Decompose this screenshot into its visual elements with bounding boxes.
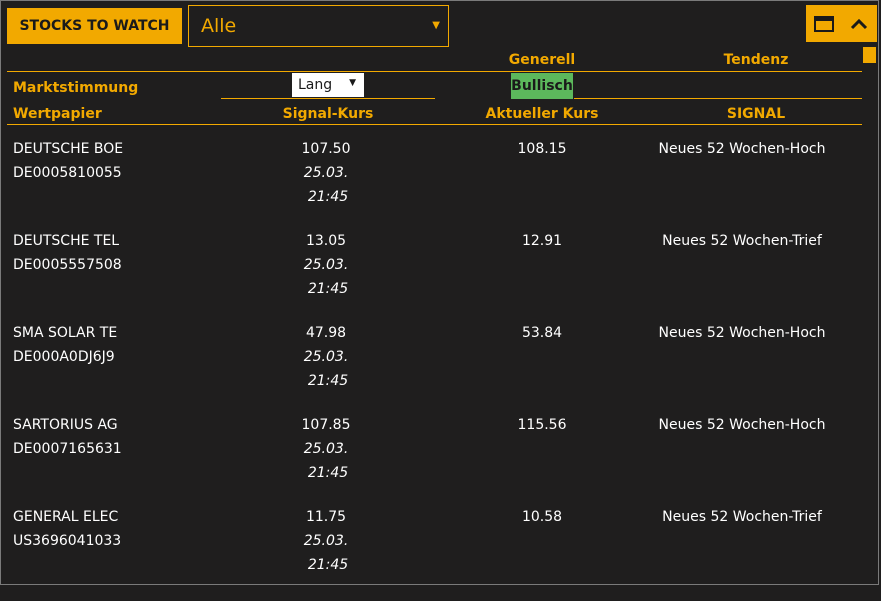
column-header-signal: SIGNAL: [726, 106, 786, 122]
divider: [7, 124, 862, 125]
column-header-signal-price: Signal-Kurs: [282, 106, 374, 122]
signal-price: 11.75: [305, 509, 347, 525]
signal-text: Neues 52 Wochen-Hoch: [658, 325, 826, 341]
dropdown-caret-icon: ▼: [349, 78, 356, 88]
signal-price: 13.05: [305, 233, 347, 249]
table-row[interactable]: SARTORIUS AG DE0007165631 107.85 25.03. …: [0, 417, 860, 509]
current-price: 10.58: [521, 509, 563, 525]
signal-time: 21:45: [307, 557, 349, 573]
stocks-to-watch-button[interactable]: STOCKS TO WATCH: [7, 8, 182, 44]
tendenz-header: Tendenz: [723, 52, 789, 68]
table-row[interactable]: SMA SOLAR TE DE000A0DJ6J9 47.98 25.03. 2…: [0, 325, 860, 417]
signal-date: 25.03.: [303, 441, 349, 457]
security-name: DEUTSCHE TEL: [13, 233, 120, 249]
signal-time: 21:45: [307, 281, 349, 297]
scrollbar-thumb[interactable]: [863, 47, 876, 63]
maximize-icon: [813, 15, 834, 32]
signal-date: 25.03.: [303, 257, 349, 273]
security-isin: DE0007165631: [13, 441, 122, 457]
divider: [574, 98, 862, 99]
filter-dropdown[interactable]: Alle ▼: [188, 5, 449, 47]
status-badge: Bullisch: [511, 73, 573, 99]
security-name: GENERAL ELEC: [13, 509, 119, 525]
signal-time: 21:45: [307, 465, 349, 481]
table-row[interactable]: GENERAL ELEC US3696041033 11.75 25.03. 2…: [0, 509, 860, 601]
security-isin: DE0005557508: [13, 257, 122, 273]
chevron-up-icon: [850, 18, 867, 29]
collapse-button[interactable]: [841, 5, 876, 42]
generell-header: Generell: [508, 52, 576, 68]
signal-text: Neues 52 Wochen-Hoch: [658, 141, 826, 157]
security-isin: DE0005810055: [13, 165, 122, 181]
signal-price: 107.50: [301, 141, 351, 157]
column-header-current-price: Aktueller Kurs: [485, 106, 599, 122]
signal-time: 21:45: [307, 189, 349, 205]
current-price: 53.84: [521, 325, 563, 341]
signal-date: 25.03.: [303, 533, 349, 549]
security-name: SMA SOLAR TE: [13, 325, 118, 341]
window-controls: [806, 5, 877, 42]
signal-text: Neues 52 Wochen-Trief: [662, 509, 822, 525]
signal-text: Neues 52 Wochen-Trief: [662, 233, 822, 249]
status-label: Bullisch: [511, 78, 573, 94]
security-isin: US3696041033: [13, 533, 122, 549]
table-row[interactable]: DEUTSCHE BOE DE0005810055 107.50 25.03. …: [0, 141, 860, 233]
table-row[interactable]: DEUTSCHE TEL DE0005557508 13.05 25.03. 2…: [0, 233, 860, 325]
marktstimmung-label: Marktstimmung: [13, 80, 139, 96]
current-price: 108.15: [517, 141, 567, 157]
dropdown-caret-icon: ▼: [432, 20, 440, 31]
signal-date: 25.03.: [303, 349, 349, 365]
signal-date: 25.03.: [303, 165, 349, 181]
current-price: 115.56: [517, 417, 567, 433]
direction-dropdown[interactable]: Lang ▼: [292, 73, 364, 97]
maximize-button[interactable]: [806, 5, 841, 42]
filter-value: Alle: [201, 15, 237, 37]
security-isin: DE000A0DJ6J9: [13, 349, 115, 365]
security-name: SARTORIUS AG: [13, 417, 118, 433]
current-price: 12.91: [521, 233, 563, 249]
security-name: DEUTSCHE BOE: [13, 141, 124, 157]
column-header-security: Wertpapier: [13, 106, 102, 122]
divider: [7, 71, 862, 72]
signal-price: 107.85: [301, 417, 351, 433]
direction-value: Lang: [298, 77, 333, 93]
divider: [221, 98, 435, 99]
signal-text: Neues 52 Wochen-Hoch: [658, 417, 826, 433]
signal-time: 21:45: [307, 373, 349, 389]
signal-price: 47.98: [305, 325, 347, 341]
title-label: STOCKS TO WATCH: [19, 18, 170, 34]
